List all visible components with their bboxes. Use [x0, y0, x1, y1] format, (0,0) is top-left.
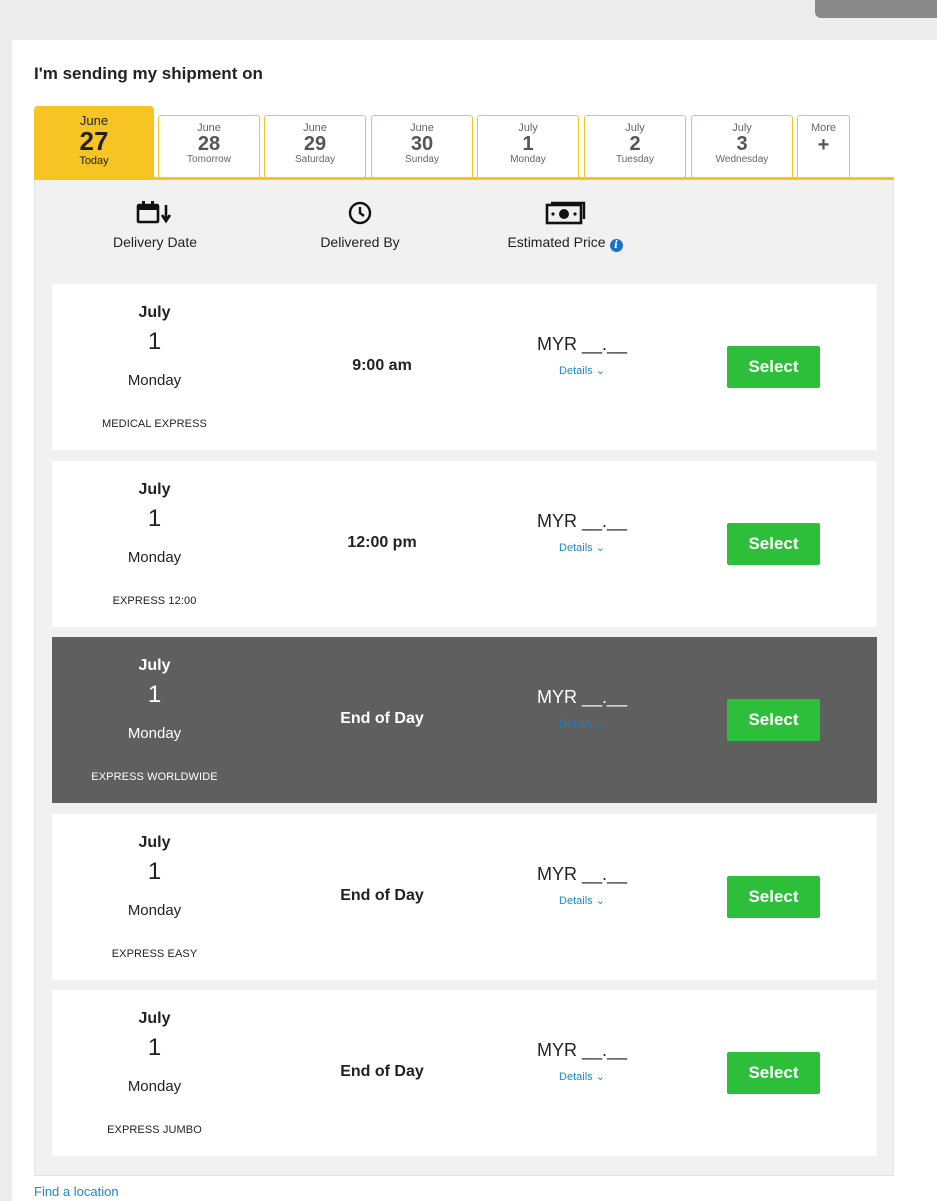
option-day: 1 [147, 681, 162, 708]
option-product: EXPRESS WORLDWIDE [91, 771, 218, 783]
option-product: MEDICAL EXPRESS [101, 418, 207, 430]
option-price: MYR __.__ Details ⌄ [507, 334, 657, 379]
info-icon[interactable]: i [609, 239, 623, 252]
option-price-amount: MYR __.__ [536, 1040, 628, 1060]
tab-day: 30 [410, 133, 434, 155]
option-weekday: Monday [127, 725, 182, 742]
option-month: July [138, 304, 171, 321]
tab-july-3[interactable]: July 3 Wednesday [691, 115, 793, 177]
option-delivery-time: End of Day [340, 1063, 424, 1080]
tab-weekday: Wednesday [715, 154, 769, 165]
tab-june-30[interactable]: June 30 Sunday [371, 115, 473, 177]
delivered-by-label: Delivered By [320, 234, 400, 250]
details-link[interactable]: Details ⌄ [559, 894, 605, 907]
option-price: MYR __.__ Details ⌄ [507, 864, 657, 909]
estimated-price-label: Estimated Price [507, 234, 606, 250]
option-product: EXPRESS JUMBO [107, 1124, 202, 1136]
tab-june-28[interactable]: June 28 Tomorrow [158, 115, 260, 177]
delivered-by-header: Delivered By [290, 200, 430, 250]
option-month: July [138, 657, 171, 674]
option-month: July [138, 1010, 171, 1027]
tab-weekday: Today [79, 155, 109, 167]
details-link[interactable]: Details ⌄ [559, 364, 605, 377]
option-day: 1 [147, 858, 162, 885]
option-month: July [138, 834, 171, 851]
option-delivery-time: 12:00 pm [347, 534, 417, 551]
tab-day: 2 [629, 133, 641, 155]
delivery-date-header: Delivery Date [85, 200, 225, 250]
tab-more-label: More [810, 122, 837, 134]
calendar-arrow-icon [136, 201, 172, 224]
option-day: 1 [147, 505, 162, 532]
option-price-amount: MYR __.__ [536, 864, 628, 884]
option-price: MYR __.__ Details ⌄ [507, 511, 657, 556]
tab-day: 1 [522, 133, 534, 155]
top-right-tab[interactable] [815, 0, 937, 18]
plus-icon: + [817, 134, 830, 156]
option-delivery-time: End of Day [340, 887, 424, 904]
option-weekday: Monday [127, 1078, 182, 1095]
delivery-option-row: July 1 Monday MEDICAL EXPRESS 9:00 am MY… [52, 284, 877, 450]
option-weekday: Monday [127, 549, 182, 566]
delivery-options-panel: Delivery Date Delivered By Estimated Pri… [34, 180, 894, 1176]
tab-weekday: Tomorrow [187, 154, 231, 165]
option-month: July [138, 481, 171, 498]
tab-day: 28 [197, 133, 221, 155]
option-weekday: Monday [127, 902, 182, 919]
tab-weekday: Sunday [405, 154, 439, 165]
top-strip [0, 0, 937, 26]
option-day: 1 [147, 328, 162, 355]
money-icon [545, 201, 586, 225]
option-price-amount: MYR __.__ [536, 511, 628, 531]
option-product: EXPRESS 12:00 [112, 595, 197, 607]
page-title: I'm sending my shipment on [34, 64, 263, 83]
delivery-option-row: July 1 Monday EXPRESS EASY End of Day MY… [52, 814, 877, 980]
tab-day: 29 [303, 133, 327, 155]
select-button[interactable]: Select [727, 346, 820, 388]
select-button[interactable]: Select [727, 876, 820, 918]
tab-more[interactable]: More + [797, 115, 850, 177]
option-price-amount: MYR __.__ [536, 687, 628, 707]
tab-june-29[interactable]: June 29 Saturday [264, 115, 366, 177]
delivery-option-row: July 1 Monday EXPRESS 12:00 12:00 pm MYR… [52, 461, 877, 627]
delivery-date-label: Delivery Date [112, 234, 198, 250]
option-delivery-time: 9:00 am [352, 357, 412, 374]
tab-weekday: Saturday [294, 154, 336, 165]
option-day: 1 [147, 1034, 162, 1061]
details-link[interactable]: Details ⌄ [559, 717, 605, 730]
option-price: MYR __.__ Details ⌄ [507, 687, 657, 732]
delivery-option-row: July 1 Monday EXPRESS JUMBO End of Day M… [52, 990, 877, 1156]
select-button[interactable]: Select [727, 1052, 820, 1094]
option-price-amount: MYR __.__ [536, 334, 628, 354]
tab-weekday: Monday [510, 154, 546, 165]
tab-weekday: Tuesday [616, 154, 654, 165]
find-location-link[interactable]: Find a location [34, 1184, 119, 1199]
estimated-price-header: Estimated Price i [485, 200, 645, 252]
tab-june-27[interactable]: June 27 Today [34, 106, 154, 180]
option-price: MYR __.__ Details ⌄ [507, 1040, 657, 1085]
tab-july-2[interactable]: July 2 Tuesday [584, 115, 686, 177]
delivery-option-row-highlighted: July 1 Monday EXPRESS WORLDWIDE End of D… [52, 637, 877, 803]
details-link[interactable]: Details ⌄ [559, 541, 605, 554]
option-product: EXPRESS EASY [111, 948, 198, 960]
tab-day: 27 [79, 126, 109, 156]
option-delivery-time: End of Day [340, 710, 424, 727]
select-button[interactable]: Select [727, 523, 820, 565]
select-button[interactable]: Select [727, 699, 820, 741]
tab-july-1[interactable]: July 1 Monday [477, 115, 579, 177]
tab-day: 3 [736, 133, 748, 155]
clock-icon [348, 201, 372, 225]
details-link[interactable]: Details ⌄ [559, 1070, 605, 1083]
date-tabs: June 27 Today June 28 Tomorrow June 29 S… [34, 106, 894, 180]
option-weekday: Monday [127, 372, 182, 389]
